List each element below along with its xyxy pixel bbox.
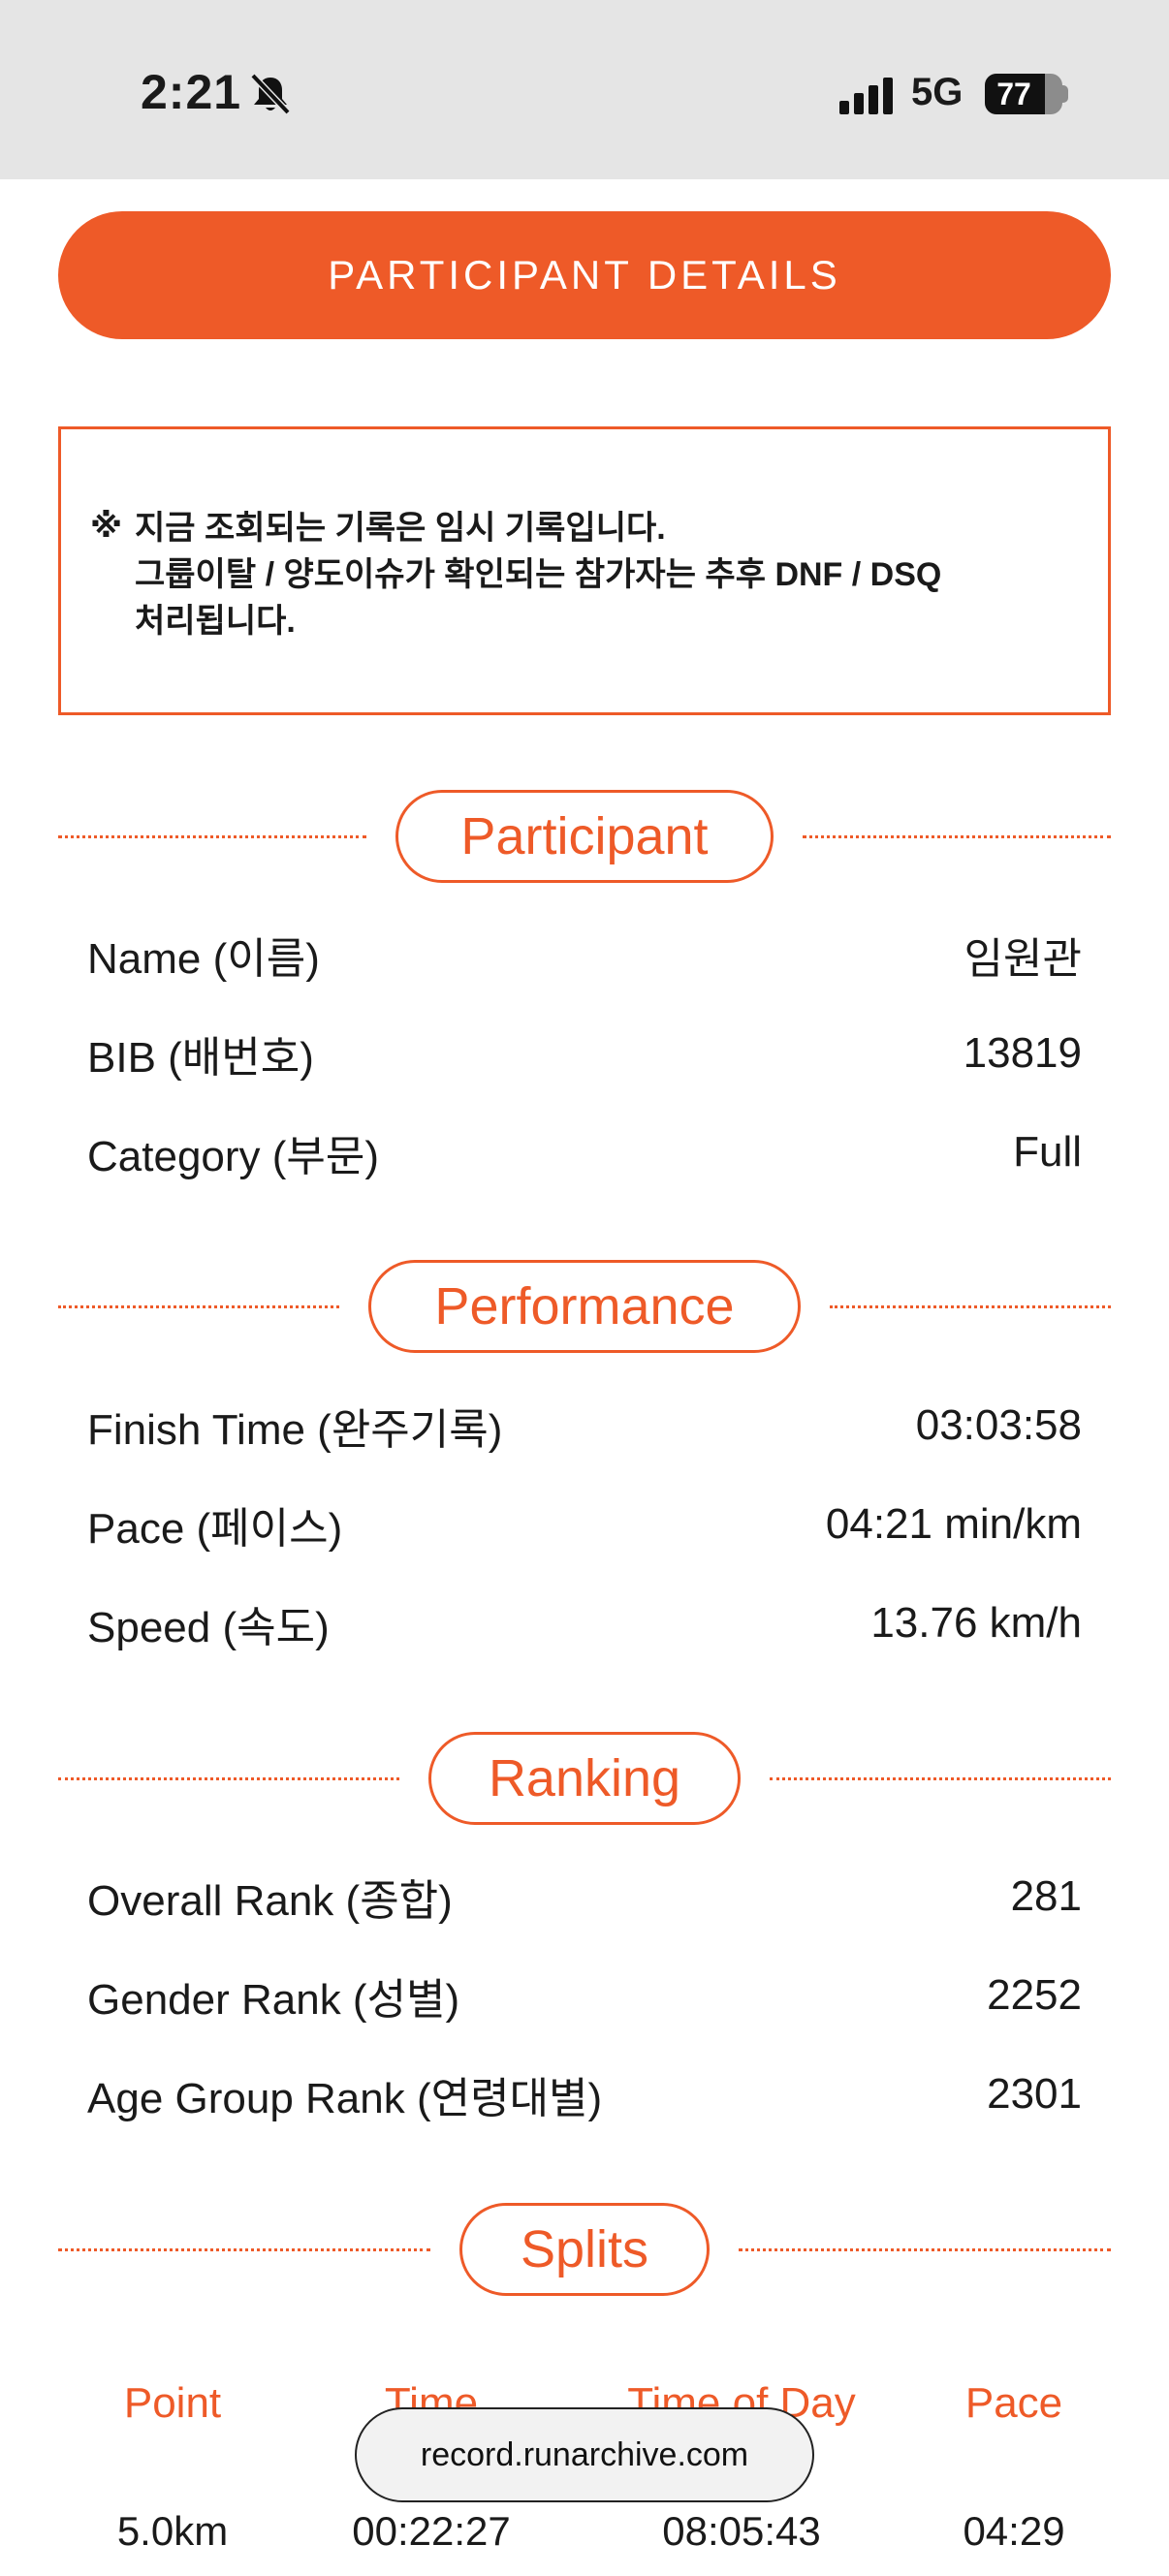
divider-line [58,835,366,838]
bell-muted-icon [250,73,291,115]
performance-row-pace: Pace (페이스) 04:21 min/km [87,1491,1082,1558]
section-header-ranking: Ranking [58,1732,1111,1825]
divider-line [830,1305,1111,1308]
divider-line [58,1305,339,1308]
row-value: 03:03:58 [915,1401,1082,1449]
section-header-performance: Performance [58,1260,1111,1353]
row-value: 281 [1010,1872,1082,1920]
ranking-row-age-group: Age Group Rank (연령대별) 2301 [87,2060,1082,2128]
divider-line [58,2248,430,2251]
battery-nub [1060,85,1068,103]
row-label: Gender Rank (성별) [87,1976,460,2024]
ranking-row-overall: Overall Rank (종합) 281 [87,1863,1082,1931]
row-label: Speed (속도) [87,1604,330,1651]
divider-line [803,835,1111,838]
ranking-row-gender: Gender Rank (성별) 2252 [87,1962,1082,2029]
section-title-participant: Participant [395,790,774,883]
split-time: 00:22:27 [352,2508,511,2554]
row-value: 2301 [987,2070,1082,2118]
performance-row-speed: Speed (속도) 13.76 km/h [87,1589,1082,1657]
section-title-performance: Performance [368,1260,801,1353]
section-title-ranking: Ranking [428,1732,741,1825]
status-time: 2:21 [141,65,242,119]
row-value: 임원관 [964,935,1082,983]
notice-mark: ※ [90,508,123,545]
split-point: 5.0km [116,2508,229,2554]
status-bar: 2:21 5G 77 [0,0,1169,179]
row-label: Overall Rank (종합) [87,1877,453,1925]
table-row: 5.0km 00:22:27 08:05:43 04:29 [0,2508,1169,2576]
row-value: 13.76 km/h [870,1599,1082,1647]
browser-url-bar[interactable]: record.runarchive.com [355,2407,814,2502]
notice-text: 지금 조회되는 기록은 임시 기록입니다. 그룹이탈 / 양도이슈가 확인되는 … [135,510,942,640]
page-title-banner: PARTICIPANT DETAILS [58,211,1111,339]
split-time-of-day: 08:05:43 [662,2508,821,2554]
battery-icon: 77 [985,74,1062,114]
row-value: Full [1013,1128,1082,1176]
row-label: Category (부문) [87,1133,380,1180]
participant-row-name: Name (이름) 임원관 [87,921,1082,989]
network-type: 5G [911,71,964,113]
divider-line [739,2248,1111,2251]
split-pace: 04:29 [963,2508,1065,2554]
row-label: BIB (배번호) [87,1034,314,1082]
section-header-splits: Splits [58,2203,1111,2296]
divider-line [770,1777,1111,1780]
row-value: 13819 [963,1029,1082,1077]
performance-row-finish-time: Finish Time (완주기록) 03:03:58 [87,1392,1082,1460]
column-header-pace: Pace [964,2379,1063,2427]
row-label: Age Group Rank (연령대별) [87,2075,603,2122]
participant-row-bib: BIB (배번호) 13819 [87,1020,1082,1087]
section-title-splits: Splits [459,2203,710,2296]
column-header-point: Point [123,2379,222,2427]
participant-row-category: Category (부문) Full [87,1118,1082,1186]
row-label: Pace (페이스) [87,1505,343,1553]
row-label: Finish Time (완주기록) [87,1406,503,1454]
divider-line [58,1777,399,1780]
cellular-signal-icon [839,78,893,114]
row-value: 04:21 min/km [825,1500,1082,1548]
row-label: Name (이름) [87,935,320,983]
section-header-participant: Participant [58,790,1111,883]
notice-box: ※ 지금 조회되는 기록은 임시 기록입니다. 그룹이탈 / 양도이슈가 확인되… [58,426,1111,715]
battery-percent: 77 [996,77,1031,111]
row-value: 2252 [987,1971,1082,2019]
